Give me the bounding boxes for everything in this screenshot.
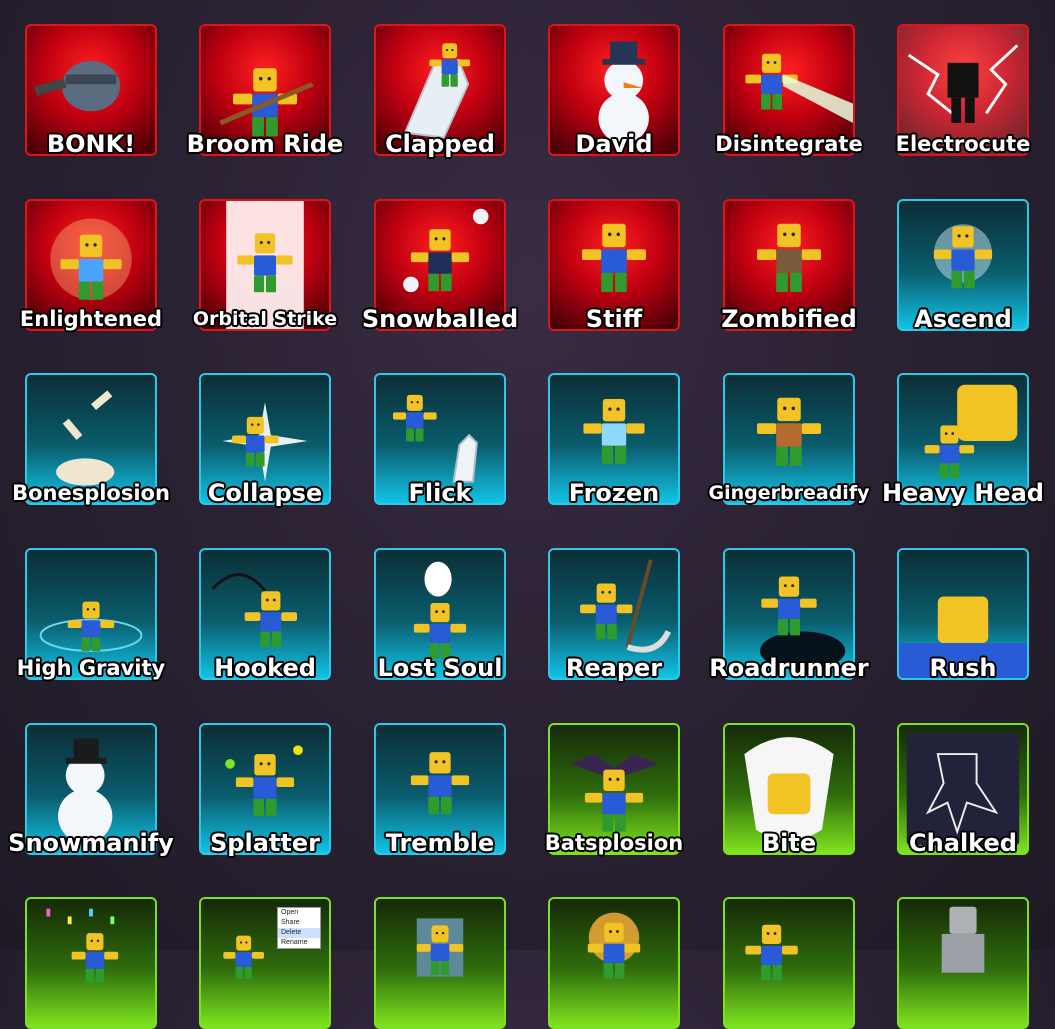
emote-tile[interactable] <box>199 24 331 156</box>
orbital-strike-icon <box>226 201 304 329</box>
emote-tile[interactable] <box>374 199 506 331</box>
emote-tile[interactable] <box>723 723 855 855</box>
context-menu-item-delete[interactable]: Delete <box>278 928 320 938</box>
enlightened-icon <box>50 218 132 300</box>
emote-tile[interactable]: Open Share Delete Rename <box>199 897 331 1029</box>
emote-tile[interactable] <box>374 723 506 855</box>
broom-ride-icon <box>219 68 314 137</box>
emote-tile[interactable] <box>723 373 855 505</box>
confetti-icon <box>46 908 119 983</box>
emote-tile[interactable] <box>897 723 1029 855</box>
context-menu-item-share[interactable]: Share <box>278 918 320 928</box>
emote-tile[interactable] <box>25 548 157 680</box>
emote-tile[interactable] <box>25 199 157 331</box>
emote-tile[interactable] <box>723 548 855 680</box>
emote-tile[interactable] <box>897 548 1029 680</box>
emote-tile[interactable] <box>897 373 1029 505</box>
explosion-icon <box>587 912 641 979</box>
emote-tile[interactable] <box>897 199 1029 331</box>
emote-grid: BONK! Broom Ride Clapped David Disintegrate E… <box>0 0 1055 1029</box>
dizzy-character-icon <box>745 924 798 981</box>
snowman-icon <box>598 41 649 144</box>
emote-tile[interactable] <box>25 373 157 505</box>
emote-tile[interactable] <box>374 548 506 680</box>
emote-tile[interactable] <box>723 24 855 156</box>
emote-tile[interactable] <box>897 24 1029 156</box>
collapse-flash-icon <box>222 402 308 482</box>
hook-icon <box>211 573 297 648</box>
emote-tile[interactable] <box>548 373 680 505</box>
emote-tile[interactable] <box>25 24 157 156</box>
bones-icon <box>56 390 115 486</box>
emote-tile[interactable] <box>723 199 855 331</box>
paint-splatter-icon <box>225 745 303 817</box>
rush-face-icon <box>899 596 1027 678</box>
tremble-character-icon <box>410 752 470 815</box>
ascend-glow-icon <box>933 224 993 289</box>
clapping-hands-icon <box>403 43 471 139</box>
bonk-pot-icon <box>34 60 121 112</box>
emote-tile[interactable] <box>374 24 506 156</box>
emote-tile[interactable] <box>199 548 331 680</box>
flick-hand-icon <box>392 394 478 483</box>
disintegrate-beam-icon <box>745 53 853 123</box>
emote-tile[interactable] <box>548 723 680 855</box>
gingerbread-icon <box>757 397 821 466</box>
emote-tile[interactable] <box>548 548 680 680</box>
high-gravity-icon <box>39 601 143 652</box>
zombie-icon <box>757 223 821 292</box>
bite-teeth-icon <box>744 737 834 841</box>
frozen-character-icon <box>583 398 645 465</box>
chalk-outline-icon <box>906 732 1020 846</box>
context-menu-item-rename[interactable]: Rename <box>278 938 320 948</box>
emote-tile[interactable] <box>548 24 680 156</box>
snowball-icon <box>403 208 489 293</box>
emote-tile[interactable] <box>199 723 331 855</box>
emote-tile[interactable] <box>25 723 157 855</box>
character-box-icon <box>416 918 464 977</box>
emote-tile[interactable] <box>199 373 331 505</box>
emote-tile[interactable] <box>548 897 680 1029</box>
emote-tile[interactable] <box>548 199 680 331</box>
context-menu-item-open[interactable]: Open <box>278 908 320 918</box>
heavy-head-icon <box>924 384 1018 479</box>
stiff-character-icon <box>582 223 646 292</box>
stone-statue-icon <box>941 906 985 973</box>
scythe-icon <box>580 559 671 653</box>
ghost-icon <box>413 561 467 659</box>
electrocute-skeleton-icon <box>899 26 1027 154</box>
emote-tile[interactable] <box>374 897 506 1029</box>
context-menu: Open Share Delete Rename <box>277 907 321 949</box>
emote-tile[interactable] <box>374 373 506 505</box>
bats-icon <box>569 754 659 832</box>
roadrunner-hole-icon <box>759 576 846 671</box>
emote-tile[interactable] <box>199 199 331 331</box>
emote-tile[interactable] <box>25 897 157 1029</box>
emote-tile[interactable] <box>897 897 1029 1029</box>
emote-tile[interactable] <box>723 897 855 1029</box>
snowman-hat-icon <box>58 738 113 844</box>
